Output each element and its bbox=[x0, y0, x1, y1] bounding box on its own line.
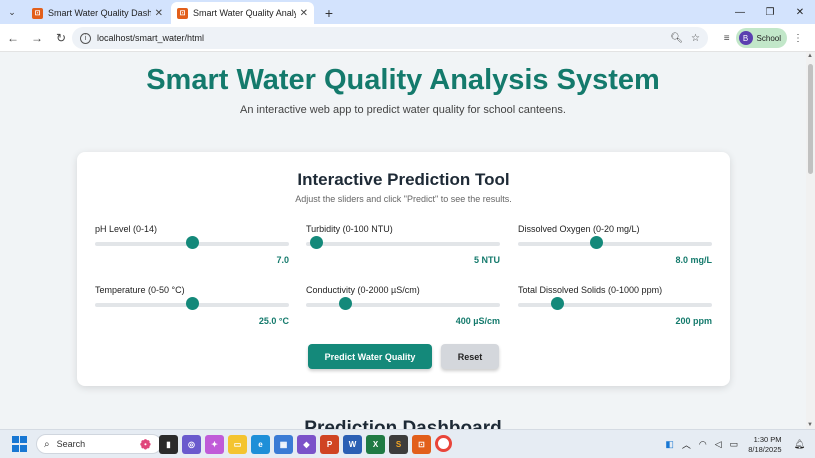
temperature-slider-handle[interactable] bbox=[186, 297, 199, 310]
scroll-up-icon[interactable]: ▲ bbox=[807, 53, 813, 59]
favicon-icon: ⊡ bbox=[177, 7, 188, 19]
powerpoint-icon[interactable]: P bbox=[320, 435, 339, 454]
new-tab-button[interactable]: + bbox=[318, 2, 340, 24]
wifi-icon[interactable]: ◠ bbox=[699, 439, 707, 450]
reset-button[interactable]: Reset bbox=[441, 344, 499, 369]
app-icon[interactable]: ◆ bbox=[297, 435, 316, 454]
show-hidden-icons-icon[interactable]: ︿ bbox=[682, 438, 691, 451]
windows-taskbar: ⌕ Search ❁ ▮ ◎ ✦ ▭ e ▦ ◆ P W X S ⊡ ◧ ︿ ◠… bbox=[0, 429, 815, 458]
slider-value: 5 NTU bbox=[473, 255, 500, 265]
clock-time: 1:30 PM bbox=[753, 434, 782, 444]
turbidity-slider-handle[interactable] bbox=[309, 236, 323, 249]
clock[interactable]: 1:30 PM 8/18/2025 bbox=[748, 435, 781, 455]
slider-label: Conductivity (0-2000 µS/cm) bbox=[306, 285, 420, 295]
browser-toolbar: ← → ↻ i localhost/smart_water/html 🔍︎ ☆ … bbox=[0, 24, 815, 52]
media-controls-icon[interactable]: ≡ bbox=[724, 33, 730, 44]
temperature-control: Temperature (0-50 °C) 25.0 °C bbox=[95, 285, 289, 326]
chrome-icon[interactable] bbox=[435, 435, 452, 452]
tab-title: Smart Water Quality Dashboard bbox=[48, 8, 151, 18]
xampp-icon[interactable]: ⊡ bbox=[412, 435, 431, 454]
close-tab-icon[interactable]: ✕ bbox=[300, 8, 308, 19]
turbidity-control: Turbidity (0-100 NTU) 5 NTU bbox=[306, 224, 500, 265]
store-icon[interactable]: ▦ bbox=[274, 435, 293, 454]
dashboard-title: Prediction Dashboard bbox=[304, 418, 502, 429]
ph-slider-handle[interactable] bbox=[186, 236, 199, 249]
chat-icon[interactable]: ◎ bbox=[182, 435, 201, 454]
window-controls: — ❐ ✕ bbox=[725, 0, 815, 24]
reload-icon[interactable]: ↻ bbox=[50, 27, 72, 49]
system-tray: ◧ ︿ ◠ ◁ ▭ 1:30 PM 8/18/2025 🔔︎ bbox=[661, 430, 809, 458]
url-text: localhost/smart_water/html bbox=[97, 33, 205, 43]
dissolved-oxygen-slider-handle[interactable] bbox=[589, 236, 603, 249]
page-subtitle: An interactive web app to predict water … bbox=[240, 104, 566, 116]
back-icon[interactable]: ← bbox=[2, 27, 24, 49]
slider-value: 8.0 mg/L bbox=[675, 255, 712, 265]
volume-icon[interactable]: ◁ bbox=[715, 439, 722, 450]
ph-control: pH Level (0-14) 7.0 bbox=[95, 224, 289, 265]
slider-track[interactable] bbox=[306, 242, 500, 246]
profile-label: School bbox=[756, 33, 781, 43]
page-title: Smart Water Quality Analysis System bbox=[146, 64, 660, 96]
start-icon[interactable] bbox=[12, 436, 28, 452]
slider-label: Temperature (0-50 °C) bbox=[95, 285, 185, 295]
tds-control: Total Dissolved Solids (0-1000 ppm) 200 … bbox=[518, 285, 712, 326]
slider-label: Turbidity (0-100 NTU) bbox=[306, 224, 393, 234]
clock-date: 8/18/2025 bbox=[748, 444, 782, 454]
profile-button[interactable]: B School bbox=[735, 28, 787, 48]
tool-subtitle: Adjust the sliders and click "Predict" t… bbox=[295, 194, 512, 204]
widgets-icon[interactable]: ◧ bbox=[665, 439, 674, 450]
tab-strip: ⌄ ⊡ Smart Water Quality Dashboard ✕ ⊡ Sm… bbox=[0, 0, 815, 24]
notifications-icon[interactable]: 🔔︎ bbox=[794, 439, 805, 450]
tab-dashboard[interactable]: ⊡ Smart Water Quality Dashboard ✕ bbox=[26, 2, 169, 24]
search-placeholder: Search bbox=[56, 439, 86, 449]
avatar: B bbox=[738, 31, 753, 45]
tab-analysis-system[interactable]: ⊡ Smart Water Quality Analysis Sy ✕ bbox=[171, 2, 314, 24]
slider-value: 7.0 bbox=[276, 255, 289, 265]
dissolved-oxygen-control: Dissolved Oxygen (0-20 mg/L) 8.0 mg/L bbox=[518, 224, 712, 265]
slider-track[interactable] bbox=[306, 303, 500, 307]
slider-value: 400 µS/cm bbox=[455, 316, 500, 326]
conductivity-control: Conductivity (0-2000 µS/cm) 400 µS/cm bbox=[306, 285, 500, 326]
tab-search-icon[interactable]: ⌄ bbox=[0, 0, 24, 24]
slider-track[interactable] bbox=[518, 242, 712, 246]
slider-track[interactable] bbox=[518, 303, 712, 307]
conductivity-slider-handle[interactable] bbox=[338, 297, 352, 310]
balloons-icon[interactable]: ❁ bbox=[136, 435, 155, 454]
slider-value: 25.0 °C bbox=[258, 316, 289, 326]
more-menu-icon[interactable]: ⋮ bbox=[793, 33, 803, 44]
maximize-icon[interactable]: ❐ bbox=[755, 0, 785, 24]
favicon-icon: ⊡ bbox=[32, 7, 43, 19]
slider-label: Dissolved Oxygen (0-20 mg/L) bbox=[518, 224, 640, 234]
close-tab-icon[interactable]: ✕ bbox=[155, 8, 163, 19]
page-scrollbar[interactable]: ▲ ▼ bbox=[806, 52, 815, 429]
word-icon[interactable]: W bbox=[343, 435, 362, 454]
scrollbar-thumb[interactable] bbox=[808, 64, 813, 174]
copilot-icon[interactable]: ✦ bbox=[205, 435, 224, 454]
minimize-icon[interactable]: — bbox=[725, 0, 755, 24]
battery-icon[interactable]: ▭ bbox=[730, 439, 739, 450]
predict-button[interactable]: Predict Water Quality bbox=[308, 344, 432, 369]
slider-value: 200 ppm bbox=[675, 316, 712, 326]
site-info-icon[interactable]: i bbox=[80, 32, 91, 44]
bookmark-star-icon[interactable]: ☆ bbox=[691, 33, 700, 44]
prediction-tool-card: Interactive Prediction Tool Adjust the s… bbox=[77, 152, 730, 386]
address-bar[interactable]: i localhost/smart_water/html 🔍︎ ☆ bbox=[72, 27, 708, 49]
task-view-icon[interactable]: ▮ bbox=[159, 435, 178, 454]
file-explorer-icon[interactable]: ▭ bbox=[228, 435, 247, 454]
scroll-down-icon[interactable]: ▼ bbox=[807, 422, 813, 428]
sublime-text-icon[interactable]: S bbox=[389, 435, 408, 454]
tds-slider-handle[interactable] bbox=[550, 297, 564, 310]
slider-label: Total Dissolved Solids (0-1000 ppm) bbox=[518, 285, 663, 295]
forward-icon[interactable]: → bbox=[26, 27, 48, 49]
close-window-icon[interactable]: ✕ bbox=[785, 0, 815, 24]
page-viewport: Smart Water Quality Analysis System An i… bbox=[0, 52, 806, 429]
tab-title: Smart Water Quality Analysis Sy bbox=[193, 8, 296, 18]
edge-icon[interactable]: e bbox=[251, 435, 270, 454]
excel-icon[interactable]: X bbox=[366, 435, 385, 454]
search-icon: ⌕ bbox=[44, 438, 50, 450]
tool-title: Interactive Prediction Tool bbox=[297, 170, 510, 189]
slider-label: pH Level (0-14) bbox=[95, 224, 158, 234]
zoom-icon[interactable]: 🔍︎ bbox=[670, 33, 683, 44]
